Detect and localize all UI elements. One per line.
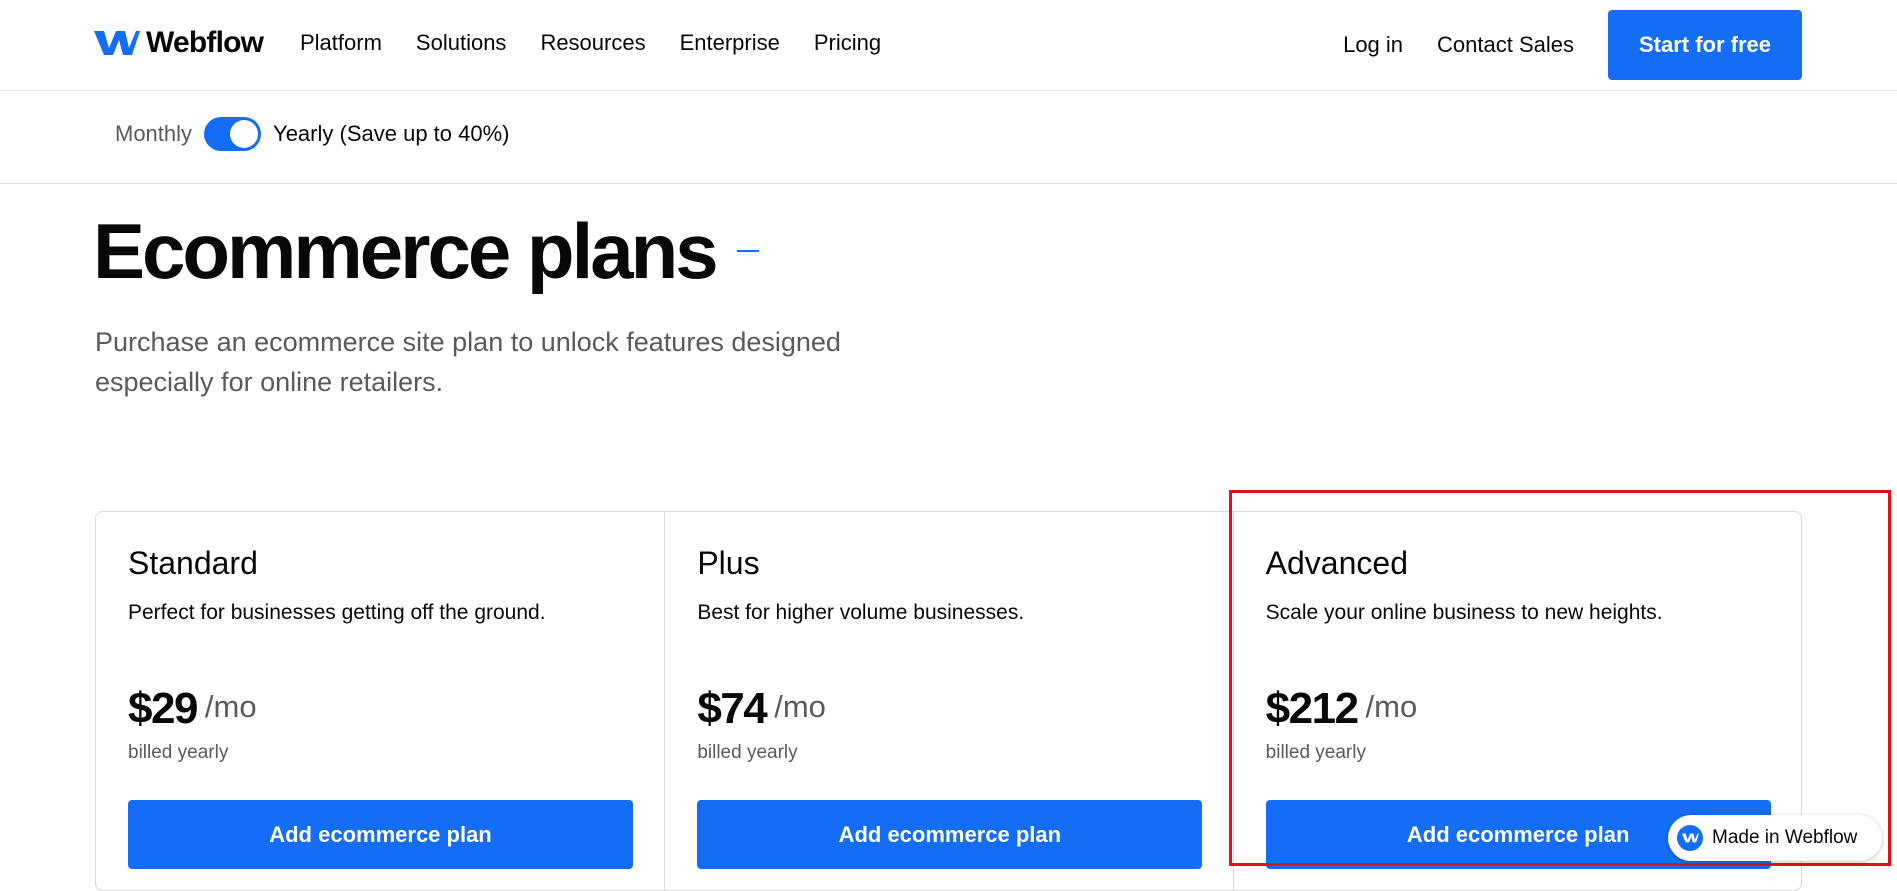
nav-resources[interactable]: Resources — [540, 30, 645, 56]
billing-note: billed yearly — [128, 742, 229, 763]
plan-price: $212 /mo — [1266, 684, 1418, 734]
plan-card-plus: Plus Best for higher volume businesses. … — [664, 512, 1232, 890]
nav-solutions[interactable]: Solutions — [416, 30, 507, 56]
plan-price: $29 /mo — [128, 684, 257, 734]
webflow-badge-icon — [1677, 825, 1703, 851]
badge-label: Made in Webflow — [1712, 827, 1858, 848]
plan-description: Best for higher volume businesses. — [697, 601, 1025, 624]
start-for-free-button[interactable]: Start for free — [1608, 10, 1802, 80]
billing-note: billed yearly — [1265, 742, 1366, 763]
page-title: Ecommerce plans — [93, 207, 719, 295]
add-ecommerce-plan-button[interactable]: Add ecommerce plan — [697, 800, 1203, 869]
main-menu: Platform Solutions Resources Enterprise … — [300, 30, 915, 56]
price-period: /mo — [1365, 689, 1418, 724]
plan-description: Perfect for businesses getting off the g… — [128, 601, 546, 624]
billing-period-switch[interactable] — [204, 117, 262, 151]
price-period: /mo — [774, 689, 826, 724]
plan-name: Advanced — [1265, 545, 1408, 581]
plan-description: Scale your online business to new height… — [1265, 601, 1663, 624]
nav-enterprise[interactable]: Enterprise — [680, 30, 780, 56]
top-nav: Webflow Platform Solutions Resources Ent… — [0, 0, 1897, 91]
brand-name: Webflow — [146, 26, 264, 59]
made-in-webflow-badge[interactable]: Made in Webflow — [1668, 815, 1882, 861]
login-link[interactable]: Log in — [1343, 32, 1403, 58]
plan-cards: Standard Perfect for businesses getting … — [95, 511, 1802, 891]
page-subtitle: Purchase an ecommerce site plan to unloc… — [95, 327, 841, 397]
webflow-logo[interactable]: Webflow — [94, 26, 264, 60]
title-accent-dash — [737, 250, 759, 252]
price-amount: $29 — [128, 684, 198, 733]
price-amount: $74 — [697, 684, 767, 733]
plan-name: Plus — [697, 545, 760, 581]
billing-toggle: Monthly Yearly (Save up to 40%) — [115, 117, 509, 151]
contact-sales-link[interactable]: Contact Sales — [1437, 32, 1574, 58]
nav-actions: Log in Contact Sales Start for free — [1343, 10, 1802, 80]
plan-price: $74 /mo — [697, 684, 826, 734]
switch-knob — [230, 120, 259, 148]
billing-note: billed yearly — [697, 742, 798, 763]
plan-name: Standard — [128, 545, 258, 581]
nav-pricing[interactable]: Pricing — [814, 30, 881, 56]
monthly-label[interactable]: Monthly — [115, 121, 192, 147]
webflow-logo-icon — [94, 31, 140, 55]
plan-card-standard: Standard Perfect for businesses getting … — [96, 512, 664, 890]
price-period: /mo — [204, 689, 257, 724]
yearly-label[interactable]: Yearly (Save up to 40%) — [273, 121, 509, 147]
add-ecommerce-plan-button[interactable]: Add ecommerce plan — [128, 800, 633, 869]
nav-platform[interactable]: Platform — [300, 30, 382, 56]
price-amount: $212 — [1265, 684, 1359, 733]
billing-toggle-bar: Monthly Yearly (Save up to 40%) — [0, 91, 1897, 184]
